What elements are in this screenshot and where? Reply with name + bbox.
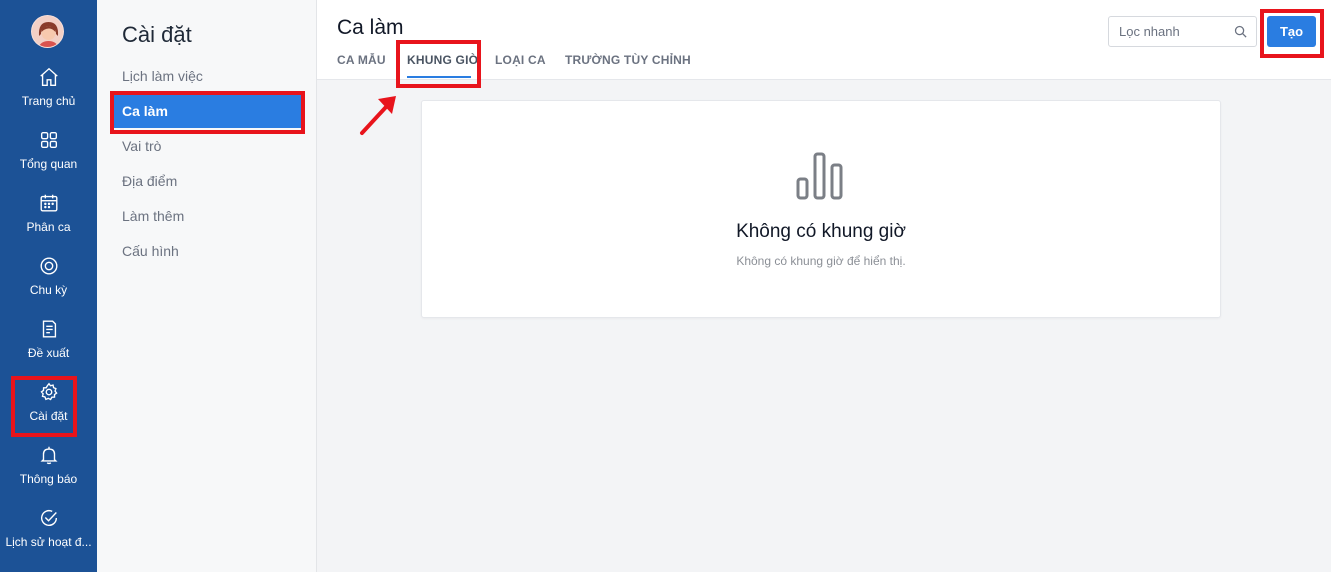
nav-item-requests[interactable]: Đề xuất <box>0 318 97 374</box>
nav-item-label: Cài đặt <box>29 409 68 423</box>
nav-item-cycle[interactable]: Chu kỳ <box>0 255 97 311</box>
tab-custom-fields[interactable]: TRƯỜNG TÙY CHỈNH <box>565 53 691 67</box>
nav-item-settings[interactable]: Cài đặt <box>0 381 97 437</box>
page-header: Ca làm CA MẪU KHUNG GIỜ LOẠI CA TRƯỜNG T… <box>317 0 1331 80</box>
document-icon <box>42 320 56 338</box>
empty-state-subtitle: Không có khung giờ để hiển thị. <box>736 254 906 268</box>
calendar-icon <box>40 194 57 212</box>
nav-item-label: Tổng quan <box>19 157 78 171</box>
avatar-illustration <box>32 16 63 47</box>
search-icon[interactable] <box>1233 24 1248 39</box>
tab-time-slots[interactable]: KHUNG GIỜ <box>407 53 479 67</box>
nav-item-activity-history[interactable]: Lịch sử hoạt đ... <box>0 507 97 563</box>
nav-item-overview[interactable]: Tổng quan <box>0 129 97 185</box>
nav-item-label: Thông báo <box>19 472 78 486</box>
gear-icon <box>39 382 58 401</box>
check-circle-icon <box>40 510 57 527</box>
nav-item-home[interactable]: Trang chủ <box>0 66 97 122</box>
tab-shift-types[interactable]: LOẠI CA <box>495 53 546 67</box>
settings-item-work-schedule[interactable]: Lịch làm việc <box>122 68 203 84</box>
empty-state-card: Không có khung giờ Không có khung giờ để… <box>421 100 1221 318</box>
settings-item-configuration[interactable]: Cấu hình <box>122 243 179 259</box>
nav-item-label: Đề xuất <box>27 346 70 360</box>
user-avatar[interactable] <box>31 15 64 48</box>
nav-item-label: Chu kỳ <box>29 283 68 297</box>
tab-shift-templates[interactable]: CA MẪU <box>337 53 386 67</box>
cycle-icon <box>40 257 57 275</box>
empty-state-title: Không có khung giờ <box>736 221 906 242</box>
settings-title: Cài đặt <box>122 22 192 47</box>
settings-item-overtime[interactable]: Làm thêm <box>122 208 184 224</box>
active-tab-indicator <box>407 76 471 78</box>
bell-icon <box>39 446 58 465</box>
settings-item-shifts[interactable]: Ca làm <box>114 94 302 128</box>
page-title: Ca làm <box>337 16 404 39</box>
nav-item-scheduling[interactable]: Phân ca <box>0 192 97 248</box>
settings-sidebar: Cài đặt Lịch làm việc Ca làm Vai trò Địa… <box>97 0 317 572</box>
nav-item-label: Phân ca <box>26 220 71 234</box>
grid-icon <box>40 131 57 149</box>
home-icon <box>39 67 58 86</box>
bar-chart-icon <box>796 152 843 200</box>
annotation-arrow-icon <box>360 96 396 135</box>
nav-item-notifications[interactable]: Thông báo <box>0 444 97 500</box>
settings-item-roles[interactable]: Vai trò <box>122 138 161 154</box>
nav-item-label: Lịch sử hoạt đ... <box>5 535 92 549</box>
quick-filter <box>1108 16 1257 47</box>
quick-filter-input[interactable] <box>1109 17 1224 46</box>
nav-item-label: Trang chủ <box>21 94 76 108</box>
main-nav-rail: Trang chủ Tổng quan Phân ca Chu kỳ Đề xu… <box>0 0 97 572</box>
settings-item-locations[interactable]: Địa điểm <box>122 173 177 189</box>
create-button[interactable]: Tạo <box>1267 16 1316 47</box>
